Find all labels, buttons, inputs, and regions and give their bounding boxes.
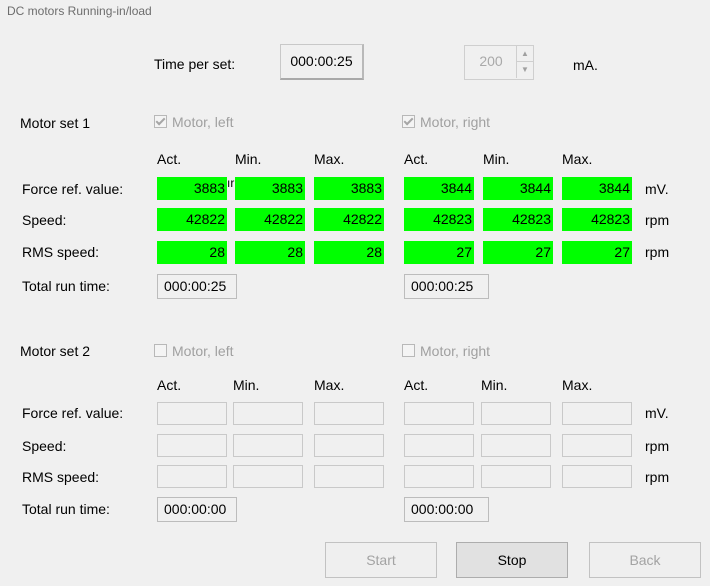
window-title: DC motors Running-in/load: [7, 4, 152, 18]
overlapping-text-fragment: ır: [227, 176, 235, 190]
set1-rms-label: RMS speed:: [22, 244, 100, 260]
current-unit: mA.: [573, 57, 598, 73]
checkbox-unchecked-icon: [402, 344, 415, 357]
set1-right-speed-min: 42823: [483, 208, 553, 231]
set1-right-speed-max: 42823: [562, 208, 632, 231]
set2-left-total-time: 000:00:00: [157, 497, 237, 522]
set1-left-rms-min: 28: [235, 241, 305, 264]
start-button[interactable]: Start: [325, 542, 437, 578]
set2-left-speed-min: [233, 434, 303, 457]
set2-left-force-max: [314, 402, 384, 425]
set2-right-rms-min: [481, 465, 551, 488]
set2-left-force-act: [157, 402, 227, 425]
set2-left-min-header: Min.: [233, 377, 260, 393]
set2-left-speed-max: [314, 434, 384, 457]
set2-right-total-time: 000:00:00: [404, 497, 489, 522]
set1-left-speed-max: 42822: [314, 208, 384, 231]
set1-total-label: Total run time:: [22, 278, 110, 294]
set2-left-rms-act: [157, 465, 227, 488]
set1-force-unit: mV.: [645, 181, 669, 197]
current-value: 200: [479, 53, 503, 69]
set2-left-speed-act: [157, 434, 227, 457]
set2-left-rms-max: [314, 465, 384, 488]
set1-left-min-header: Min.: [235, 151, 262, 167]
spin-up-icon[interactable]: ▲: [516, 46, 533, 62]
set1-right-force-act: 3844: [404, 177, 474, 200]
set1-right-speed-act: 42823: [404, 208, 474, 231]
set2-right-force-max: [562, 402, 632, 425]
set1-right-total-time: 000:00:25: [404, 274, 489, 299]
set2-left-max-header: Max.: [314, 377, 345, 393]
set1-right-min-header: Min.: [483, 151, 510, 167]
set1-left-total-time: 000:00:25: [157, 274, 237, 299]
set2-right-min-header: Min.: [481, 377, 508, 393]
checkbox-checked-icon: [154, 115, 167, 128]
checkbox-unchecked-icon: [154, 344, 167, 357]
set2-right-act-header: Act.: [404, 377, 429, 393]
set1-left-speed-min: 42822: [235, 208, 305, 231]
set2-left-checkbox[interactable]: Motor, left: [154, 343, 233, 359]
set2-left-rms-min: [233, 465, 303, 488]
set1-right-act-header: Act.: [404, 151, 429, 167]
set2-right-force-min: [481, 402, 551, 425]
set2-right-rms-max: [562, 465, 632, 488]
set2-right-speed-max: [562, 434, 632, 457]
stop-button[interactable]: Stop: [456, 542, 568, 578]
set2-right-checkbox[interactable]: Motor, right: [402, 343, 490, 359]
set2-right-speed-min: [481, 434, 551, 457]
set1-left-checkbox[interactable]: Motor, left: [154, 114, 233, 130]
set1-speed-unit: rpm: [645, 212, 670, 228]
set2-speed-unit: rpm: [645, 438, 670, 454]
time-per-set-label: Time per set:: [154, 56, 236, 72]
motor-set-1-label: Motor set 1: [20, 115, 91, 131]
set2-rms-unit: rpm: [645, 469, 670, 485]
set1-left-rms-act: 28: [157, 241, 227, 264]
set2-total-label: Total run time:: [22, 501, 110, 517]
set1-right-rms-max: 27: [562, 241, 632, 264]
spin-down-icon[interactable]: ▼: [516, 62, 533, 78]
checkbox-checked-icon: [402, 115, 415, 128]
set1-right-rms-min: 27: [483, 241, 553, 264]
set2-right-speed-act: [404, 434, 474, 457]
set2-speed-label: Speed:: [22, 438, 67, 454]
set1-left-checkbox-label: Motor, left: [172, 114, 234, 130]
set1-speed-label: Speed:: [22, 212, 67, 228]
set1-right-max-header: Max.: [562, 151, 593, 167]
set1-right-checkbox[interactable]: Motor, right: [402, 114, 490, 130]
set1-right-force-max: 3844: [562, 177, 632, 200]
set1-left-act-header: Act.: [157, 151, 182, 167]
back-button[interactable]: Back: [589, 542, 701, 578]
set1-left-speed-act: 42822: [157, 208, 227, 231]
set1-right-rms-act: 27: [404, 241, 474, 264]
set2-right-max-header: Max.: [562, 377, 593, 393]
set1-right-force-min: 3844: [483, 177, 553, 200]
set1-left-max-header: Max.: [314, 151, 345, 167]
set2-right-force-act: [404, 402, 474, 425]
set1-force-label: Force ref. value:: [22, 181, 124, 197]
set2-right-rms-act: [404, 465, 474, 488]
current-spinbox[interactable]: 200 ▲ ▼: [464, 45, 534, 80]
set2-force-label: Force ref. value:: [22, 405, 124, 421]
set1-left-force-act: 3883: [157, 177, 227, 200]
set1-left-force-min: 3883: [235, 177, 305, 200]
set2-force-unit: mV.: [645, 405, 669, 421]
set2-left-checkbox-label: Motor, left: [172, 343, 234, 359]
time-per-set-field[interactable]: 000:00:25: [280, 44, 364, 80]
set2-rms-label: RMS speed:: [22, 469, 100, 485]
set1-rms-unit: rpm: [645, 244, 670, 260]
set1-left-force-max: 3883: [314, 177, 384, 200]
set2-left-act-header: Act.: [157, 377, 182, 393]
set1-left-rms-max: 28: [314, 241, 384, 264]
set2-left-force-min: [233, 402, 303, 425]
motor-set-2-label: Motor set 2: [20, 343, 91, 359]
set1-right-checkbox-label: Motor, right: [420, 114, 491, 130]
set2-right-checkbox-label: Motor, right: [420, 343, 491, 359]
